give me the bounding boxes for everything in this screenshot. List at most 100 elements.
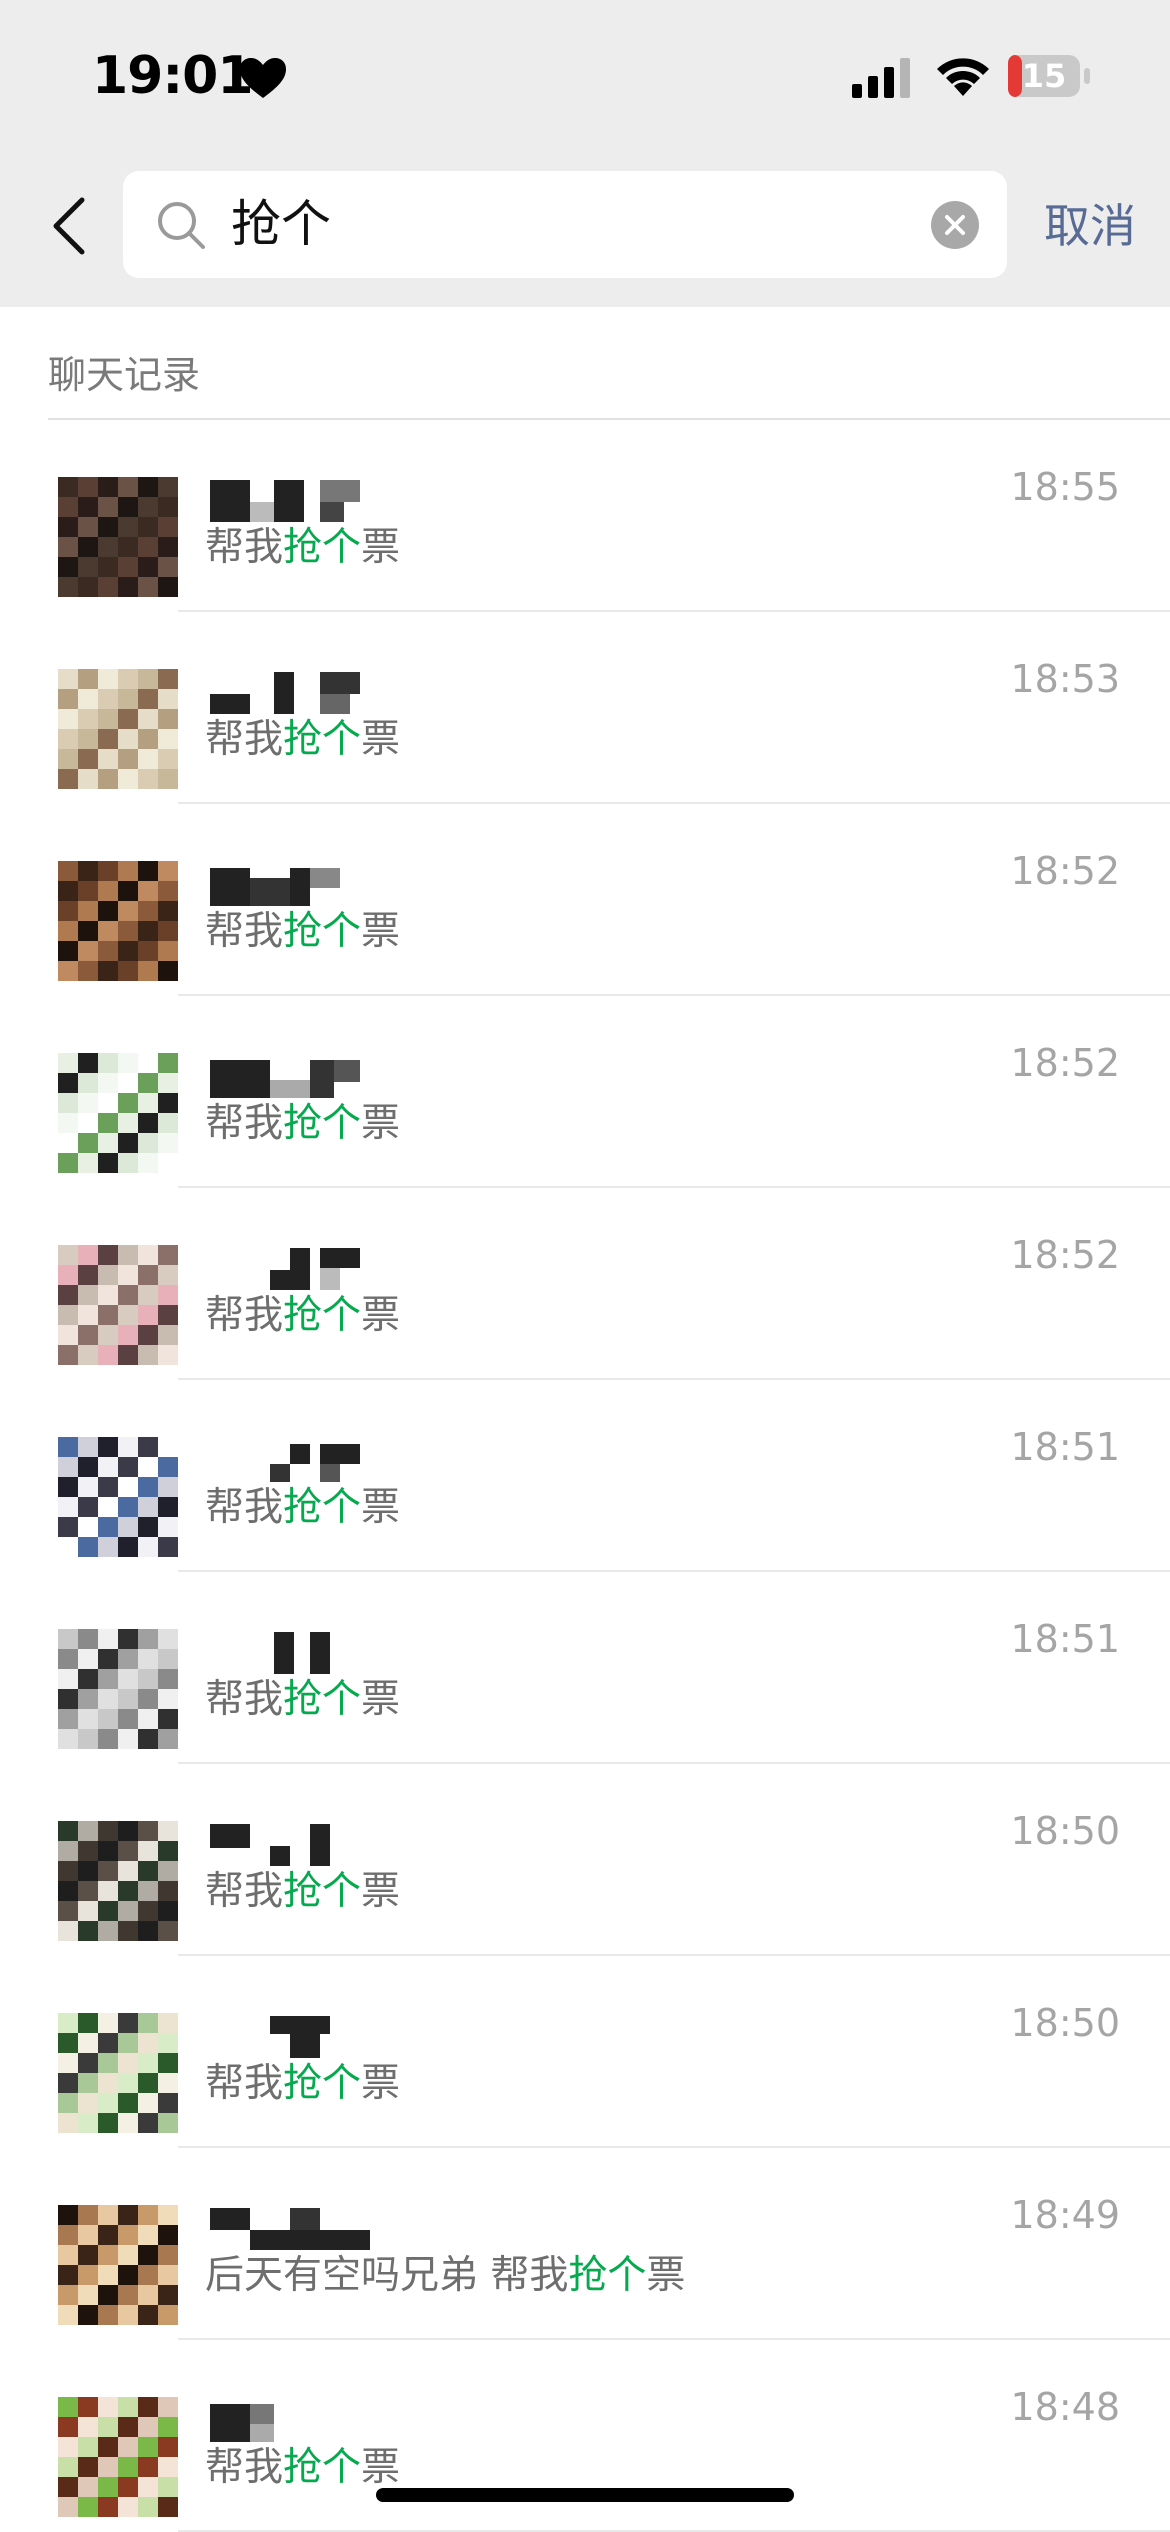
avatar — [58, 1629, 178, 1749]
chat-result-row[interactable]: 帮我抢个票 18:51 — [0, 1380, 1170, 1572]
chat-result-row[interactable]: 后天有空吗兄弟 帮我抢个票 18:49 — [0, 2148, 1170, 2340]
avatar — [58, 477, 178, 597]
snippet-text: 票 — [646, 2253, 686, 2298]
snippet-text: 帮我 — [205, 1101, 284, 1146]
avatar — [58, 861, 178, 981]
avatar — [58, 2013, 178, 2133]
contact-name-pixelated — [210, 2400, 370, 2442]
snippet-keyword-highlight: 抢个 — [568, 2253, 647, 2298]
snippet-text: 票 — [361, 525, 401, 570]
snippet-text: 票 — [361, 2445, 401, 2490]
chat-result-row[interactable]: 帮我抢个票 18:52 — [0, 1188, 1170, 1380]
search-query-text[interactable]: 抢个 — [231, 191, 331, 257]
snippet-text: 票 — [361, 717, 401, 762]
cancel-button[interactable]: 取消 — [1044, 196, 1136, 256]
snippet-text: 票 — [361, 1101, 401, 1146]
search-icon — [158, 202, 205, 249]
contact-name-pixelated — [210, 1248, 370, 1290]
status-time: 19:01 — [92, 46, 254, 106]
avatar — [58, 1053, 178, 1173]
contact-name-pixelated — [210, 1824, 370, 1866]
message-snippet: 帮我抢个票 — [205, 2056, 400, 2112]
wifi-icon — [937, 58, 989, 96]
message-time: 18:52 — [1010, 1233, 1120, 1277]
chat-result-row[interactable]: 帮我抢个票 18:50 — [0, 1956, 1170, 2148]
search-input[interactable]: 抢个 — [123, 171, 1007, 278]
snippet-keyword-highlight: 抢个 — [283, 525, 362, 570]
avatar — [58, 1437, 178, 1557]
message-time: 18:51 — [1010, 1425, 1120, 1469]
back-arrow-icon[interactable] — [46, 194, 92, 258]
snippet-text: 帮我 — [205, 2061, 284, 2106]
chat-result-row[interactable]: 帮我抢个票 18:55 — [0, 420, 1170, 612]
snippet-keyword-highlight: 抢个 — [283, 1869, 362, 1914]
snippet-keyword-highlight: 抢个 — [283, 1677, 362, 1722]
section-title-chat-history: 聊天记录 — [48, 353, 201, 397]
message-time: 18:53 — [1010, 657, 1120, 701]
results-list: 帮我抢个票 18:55 帮我抢个票 18:53 帮我抢个票 18:52 帮我抢个票 18:52… — [0, 420, 1170, 2532]
avatar — [58, 1245, 178, 1365]
contact-name-pixelated — [210, 2016, 370, 2058]
message-snippet: 帮我抢个票 — [205, 520, 400, 576]
snippet-text: 帮我 — [205, 717, 284, 762]
snippet-text: 帮我 — [205, 1485, 284, 1530]
message-snippet: 帮我抢个票 — [205, 904, 400, 960]
snippet-text: 票 — [361, 1293, 401, 1338]
chat-result-row[interactable]: 帮我抢个票 18:52 — [0, 804, 1170, 996]
snippet-text: 票 — [361, 1485, 401, 1530]
contact-name-pixelated — [210, 2208, 370, 2250]
snippet-keyword-highlight: 抢个 — [283, 2061, 362, 2106]
avatar — [58, 669, 178, 789]
snippet-text: 票 — [361, 2061, 401, 2106]
contact-name-pixelated — [210, 1440, 370, 1482]
chat-result-row[interactable]: 帮我抢个票 18:53 — [0, 612, 1170, 804]
status-bar: 19:01 15 — [0, 0, 1170, 150]
clear-search-icon[interactable] — [930, 200, 980, 250]
message-snippet: 帮我抢个票 — [205, 1480, 400, 1536]
snippet-text: 帮我 — [205, 525, 284, 570]
battery-level: 15 — [1021, 57, 1067, 95]
header-area: 19:01 15 抢个 取消 — [0, 0, 1170, 307]
message-snippet: 后天有空吗兄弟 帮我抢个票 — [205, 2248, 685, 2304]
message-time: 18:50 — [1010, 2001, 1120, 2045]
snippet-text: 帮我 — [205, 1677, 284, 1722]
chat-result-row[interactable]: 帮我抢个票 18:51 — [0, 1572, 1170, 1764]
contact-name-pixelated — [210, 1632, 370, 1674]
avatar — [58, 2205, 178, 2325]
cellular-signal-icon — [852, 58, 910, 98]
contact-name-pixelated — [210, 1056, 370, 1098]
snippet-text: 后天有空吗兄弟 帮我 — [205, 2253, 569, 2298]
message-time: 18:51 — [1010, 1617, 1120, 1661]
home-indicator[interactable] — [376, 2488, 794, 2502]
snippet-text: 帮我 — [205, 2445, 284, 2490]
message-time: 18:52 — [1010, 1041, 1120, 1085]
message-snippet: 帮我抢个票 — [205, 1288, 400, 1344]
message-snippet: 帮我抢个票 — [205, 1672, 400, 1728]
snippet-keyword-highlight: 抢个 — [283, 717, 362, 762]
snippet-text: 票 — [361, 1677, 401, 1722]
contact-name-pixelated — [210, 480, 370, 522]
avatar — [58, 2397, 178, 2517]
snippet-keyword-highlight: 抢个 — [283, 1485, 362, 1530]
message-snippet: 帮我抢个票 — [205, 1096, 400, 1152]
chat-result-row[interactable]: 帮我抢个票 18:50 — [0, 1764, 1170, 1956]
snippet-keyword-highlight: 抢个 — [283, 1293, 362, 1338]
snippet-text: 帮我 — [205, 1869, 284, 1914]
message-time: 18:48 — [1010, 2385, 1120, 2429]
heart-icon — [240, 58, 286, 98]
message-time: 18:52 — [1010, 849, 1120, 893]
snippet-text: 帮我 — [205, 909, 284, 954]
snippet-text: 票 — [361, 1869, 401, 1914]
avatar — [58, 1821, 178, 1941]
chat-result-row[interactable]: 帮我抢个票 18:52 — [0, 996, 1170, 1188]
message-time: 18:50 — [1010, 1809, 1120, 1853]
message-snippet: 帮我抢个票 — [205, 1864, 400, 1920]
message-time: 18:55 — [1010, 465, 1120, 509]
snippet-text: 票 — [361, 909, 401, 954]
chat-result-row[interactable]: 帮我抢个票 18:48 — [0, 2340, 1170, 2532]
snippet-keyword-highlight: 抢个 — [283, 1101, 362, 1146]
message-time: 18:49 — [1010, 2193, 1120, 2237]
snippet-keyword-highlight: 抢个 — [283, 2445, 362, 2490]
snippet-text: 帮我 — [205, 1293, 284, 1338]
contact-name-pixelated — [210, 672, 370, 714]
